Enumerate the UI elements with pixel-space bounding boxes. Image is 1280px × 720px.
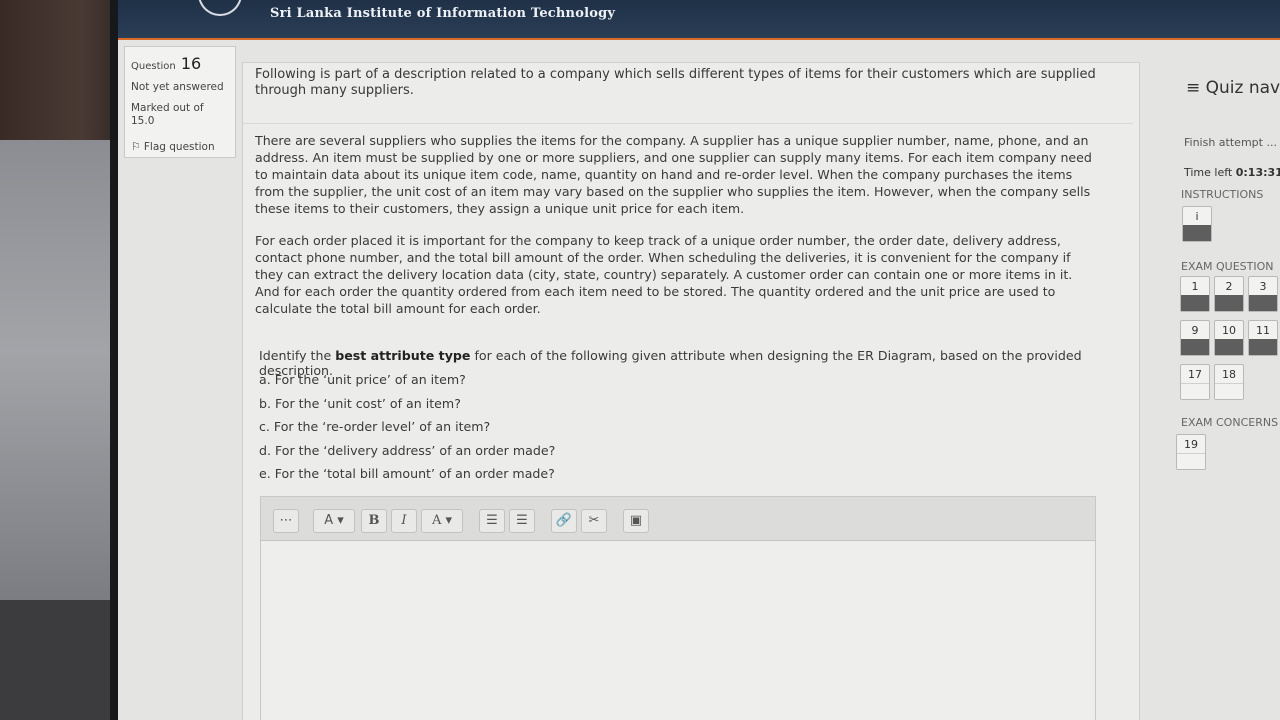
italic-button[interactable]: I	[391, 509, 417, 533]
sub-question-d: d. For the ‘delivery address’ of an orde…	[259, 443, 556, 458]
font-color-button[interactable]: A ▾	[421, 509, 463, 533]
flag-question-label: Flag question	[143, 141, 215, 153]
unlink-button[interactable]: ✂	[581, 509, 607, 533]
question-nav-label: 10	[1222, 324, 1236, 337]
time-left-value: 0:13:31	[1235, 166, 1280, 179]
answer-text-area[interactable]	[261, 541, 1095, 720]
question-intro: Following is part of a description relat…	[255, 67, 1096, 98]
answer-status: Not yet answered	[131, 81, 224, 93]
question-nav-label: 9	[1191, 324, 1199, 337]
question-nav-button-9[interactable]: 9	[1180, 320, 1210, 356]
exam-questions-section-label: EXAM QUESTION	[1181, 260, 1274, 273]
time-left: Time left 0:13:31	[1184, 166, 1280, 179]
unordered-list-button[interactable]: ☰	[479, 509, 505, 533]
prompt-bold: best attribute type	[335, 348, 471, 363]
question-nav-label: 17	[1188, 368, 1202, 381]
question-nav-button-19[interactable]: 19	[1176, 434, 1206, 470]
question-nav-button-3[interactable]: 3	[1248, 276, 1278, 312]
paragraph-styles-button[interactable]: A ▾	[313, 509, 355, 533]
bold-icon: B	[368, 513, 380, 528]
ordered-list-button[interactable]: ☰	[509, 509, 535, 533]
question-nav-button-10[interactable]: 10	[1214, 320, 1244, 356]
exam-concerns-section-label: EXAM CONCERNS	[1181, 416, 1279, 429]
prompt-start: Identify the	[259, 348, 336, 363]
link-icon: 🔗	[555, 513, 573, 528]
flag-question-button[interactable]: ⚐ Flag question	[131, 140, 229, 153]
question-nav-label: 2	[1225, 280, 1233, 293]
editor-toolbar: ⋯ A ▾ B I A ▾ ☰ ☰ 🔗 ✂ ▣	[261, 497, 1095, 541]
question-nav-button-2[interactable]: 2	[1214, 276, 1244, 312]
background-window-light	[0, 140, 118, 610]
quiz-navigation: ≡ Quiz nav Finish attempt ... Time left …	[1176, 70, 1280, 720]
org-name: Sri Lanka Institute of Information Techn…	[270, 6, 616, 21]
bold-button[interactable]: B	[361, 509, 387, 533]
finish-attempt-link[interactable]: Finish attempt ...	[1184, 136, 1277, 149]
question-label: Question	[131, 61, 176, 72]
question-nav-button-18[interactable]: 18	[1214, 364, 1244, 400]
description-paragraph-2: For each order placed it is important fo…	[255, 233, 1073, 316]
question-number: 16	[180, 54, 202, 73]
ordered-list-icon: ☰	[516, 513, 528, 528]
link-button[interactable]: 🔗	[551, 509, 577, 533]
question-nav-button-11[interactable]: 11	[1248, 320, 1278, 356]
question-nav-label: 19	[1184, 438, 1198, 451]
sub-question-c: c. For the ‘re-order level’ of an item?	[259, 419, 491, 434]
unlink-icon: ✂	[588, 513, 600, 528]
instructions-nav-button[interactable]: i	[1182, 206, 1212, 242]
question-nav-label: 1	[1191, 280, 1199, 293]
question-marks: Marked out of 15.0	[131, 102, 204, 127]
time-left-label: Time left	[1184, 166, 1236, 179]
quiz-nav-title: ≡ Quiz nav	[1186, 78, 1280, 98]
instructions-button-label: i	[1195, 210, 1199, 223]
institute-logo[interactable]	[198, 0, 242, 16]
font-color-icon: A	[431, 513, 442, 528]
question-nav-label: 18	[1222, 368, 1236, 381]
question-nav-button-1[interactable]: 1	[1180, 276, 1210, 312]
question-nav-label: 11	[1256, 324, 1270, 337]
sub-question-b: b. For the ‘unit cost’ of an item?	[259, 396, 461, 411]
description-paragraph-1: There are several suppliers who supplies…	[255, 133, 1092, 216]
question-nav-label: 3	[1259, 280, 1267, 293]
question-info-box: Question 16 Not yet answered Marked out …	[124, 46, 236, 158]
image-icon: ▣	[629, 513, 643, 528]
flag-icon: ⚐	[131, 140, 141, 153]
sub-question-a: a. For the ‘unit price’ of an item?	[259, 372, 466, 387]
site-header: Sri Lanka Institute of Information Techn…	[118, 0, 1280, 40]
answer-editor: ⋯ A ▾ B I A ▾ ☰ ☰ 🔗 ✂ ▣	[260, 496, 1096, 720]
italic-icon: I	[401, 513, 407, 528]
sub-question-e: e. For the ‘total bill amount’ of an ord…	[259, 466, 555, 481]
background-desk	[0, 600, 118, 720]
instructions-section-label: INSTRUCTIONS	[1181, 188, 1264, 201]
collapse-icon: ⋯	[279, 513, 293, 528]
browser-screen: Sri Lanka Institute of Information Techn…	[118, 0, 1280, 720]
insert-image-button[interactable]: ▣	[623, 509, 649, 533]
styles-icon: A	[324, 513, 334, 528]
unordered-list-icon: ☰	[486, 513, 498, 528]
question-nav-button-17[interactable]: 17	[1180, 364, 1210, 400]
toolbar-toggle-button[interactable]: ⋯	[273, 509, 299, 533]
